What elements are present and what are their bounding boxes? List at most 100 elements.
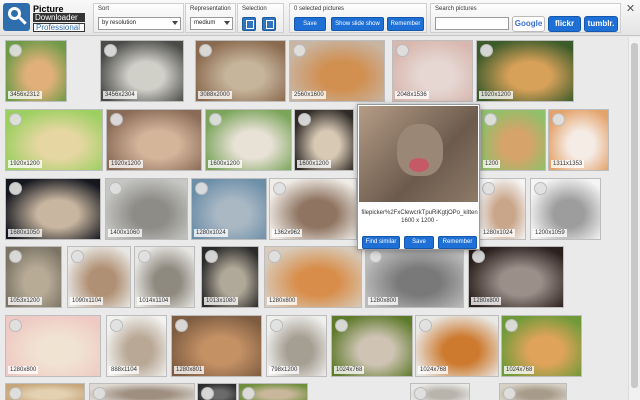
select-radio[interactable]	[273, 182, 286, 195]
thumbnail-34[interactable]	[89, 383, 195, 400]
select-radio[interactable]	[414, 387, 427, 400]
thumbnail-24[interactable]: 1280x800	[365, 246, 464, 308]
select-radio[interactable]	[396, 44, 409, 57]
thumbnail-resolution: 1920x1200	[109, 160, 143, 168]
select-radio[interactable]	[482, 182, 495, 195]
thumbnail-7[interactable]: 1920x1200	[5, 109, 103, 171]
select-radio[interactable]	[195, 182, 208, 195]
thumbnail-16[interactable]: 1362x962	[269, 178, 357, 240]
thumbnail-32[interactable]: 1024x768	[501, 315, 582, 377]
flickr-search-button[interactable]: flickr	[548, 16, 581, 32]
select-radio[interactable]	[335, 319, 348, 332]
select-radio[interactable]	[93, 387, 106, 400]
selection-label: Selection	[242, 6, 267, 12]
popup-save-button[interactable]: Save	[404, 236, 434, 249]
thumbnail-4[interactable]: 2560x1600	[289, 40, 385, 102]
select-radio[interactable]	[71, 250, 84, 263]
close-icon[interactable]: ✕	[625, 4, 636, 15]
thumbnail-35[interactable]	[197, 383, 237, 400]
thumbnail-28[interactable]: 1280x801	[171, 315, 262, 377]
select-radio[interactable]	[9, 44, 22, 57]
select-radio[interactable]	[104, 44, 117, 57]
thumbnail-resolution: 1280x800	[471, 297, 502, 305]
select-radio[interactable]	[205, 250, 218, 263]
thumbnail-27[interactable]: 888x1104	[106, 315, 167, 377]
select-radio[interactable]	[484, 113, 497, 126]
select-radio[interactable]	[175, 319, 188, 332]
thumbnail-37[interactable]	[410, 383, 470, 400]
thumbnail-resolution: 1311x1353	[551, 160, 585, 168]
thumbnail-14[interactable]: 1400x1060	[105, 178, 188, 240]
select-radio[interactable]	[480, 44, 493, 57]
thumbnail-2[interactable]: 3456x2304	[100, 40, 184, 102]
representation-select[interactable]: medium	[190, 17, 233, 30]
thumbnail-9[interactable]: 1600x1200	[205, 109, 292, 171]
select-none-icon[interactable]	[262, 17, 276, 31]
thumbnail-8[interactable]: 1920x1200	[106, 109, 202, 171]
select-radio[interactable]	[552, 113, 565, 126]
scrollbar-thumb[interactable]	[631, 43, 638, 388]
select-radio[interactable]	[110, 319, 123, 332]
select-radio[interactable]	[293, 44, 306, 57]
thumbnail-1[interactable]: 3456x2312	[5, 40, 67, 102]
select-radio[interactable]	[369, 250, 382, 263]
thumbnail-resolution: 1920x1200	[479, 91, 513, 99]
popup-remember-button[interactable]: Remember	[438, 236, 477, 249]
thumbnail-22[interactable]: 1013x1080	[201, 246, 259, 308]
select-radio[interactable]	[268, 250, 281, 263]
thumbnail-33[interactable]	[5, 383, 85, 400]
thumbnail-13[interactable]: 1680x1050	[5, 178, 101, 240]
save-button[interactable]: Save	[294, 17, 326, 31]
select-radio[interactable]	[505, 319, 518, 332]
tumblr-search-button[interactable]: tumblr.	[584, 16, 618, 32]
thumbnail-23[interactable]: 1280x800	[264, 246, 362, 308]
remember-button[interactable]: Remember	[387, 17, 424, 31]
thumbnail-19[interactable]: 1053x1200	[5, 246, 62, 308]
select-radio[interactable]	[9, 182, 22, 195]
thumbnail-15[interactable]: 1280x1024	[191, 178, 267, 240]
thumbnail-3[interactable]: 3088x2000	[195, 40, 286, 102]
select-radio[interactable]	[209, 113, 222, 126]
select-all-icon[interactable]	[242, 17, 256, 31]
thumbnail-6[interactable]: 1920x1200	[476, 40, 574, 102]
select-radio[interactable]	[9, 250, 22, 263]
select-radio[interactable]	[534, 182, 547, 195]
select-radio[interactable]	[9, 113, 22, 126]
vertical-scrollbar[interactable]	[628, 37, 640, 400]
select-radio[interactable]	[298, 113, 311, 126]
thumbnail-18[interactable]: 1200x1059	[530, 178, 601, 240]
select-radio[interactable]	[472, 250, 485, 263]
thumbnail-38[interactable]	[499, 383, 567, 400]
select-radio[interactable]	[138, 250, 151, 263]
preview-filename: filepicker%2FxClewcrkTpuRiKgtjOPo_kitten	[361, 210, 478, 216]
thumbnail-29[interactable]: 798x1200	[266, 315, 327, 377]
select-radio[interactable]	[270, 319, 283, 332]
thumbnail-21[interactable]: 1014x1104	[134, 246, 195, 308]
thumbnail-20[interactable]: 1090x1104	[67, 246, 131, 308]
thumbnail-26[interactable]: 1280x800	[5, 315, 101, 377]
select-radio[interactable]	[199, 44, 212, 57]
search-panel: Search pictures Google flickr tumblr.	[430, 3, 621, 33]
select-radio[interactable]	[9, 387, 22, 400]
sort-select[interactable]: by resolution	[98, 17, 181, 30]
show-slide-show-button[interactable]: Show slide show	[331, 17, 384, 31]
select-radio[interactable]	[9, 319, 22, 332]
select-radio[interactable]	[419, 319, 432, 332]
thumbnail-31[interactable]: 1024x768	[415, 315, 499, 377]
select-radio[interactable]	[109, 182, 122, 195]
thumbnail-11[interactable]: 1200	[480, 109, 546, 171]
thumbnail-5[interactable]: 2048x1536	[392, 40, 473, 102]
select-radio[interactable]	[201, 387, 214, 400]
search-input[interactable]	[435, 17, 509, 30]
find-similar-button[interactable]: Find similar	[362, 236, 400, 249]
thumbnail-25[interactable]: 1280x800	[468, 246, 564, 308]
thumbnail-12[interactable]: 1311x1353	[548, 109, 609, 171]
thumbnail-36[interactable]	[238, 383, 308, 400]
thumbnail-17[interactable]: 1280x1024	[478, 178, 526, 240]
select-radio[interactable]	[242, 387, 255, 400]
select-radio[interactable]	[503, 387, 516, 400]
google-search-button[interactable]: Google	[512, 16, 545, 32]
thumbnail-10[interactable]: 1600x1200	[294, 109, 354, 171]
select-radio[interactable]	[110, 113, 123, 126]
thumbnail-30[interactable]: 1024x768	[331, 315, 413, 377]
